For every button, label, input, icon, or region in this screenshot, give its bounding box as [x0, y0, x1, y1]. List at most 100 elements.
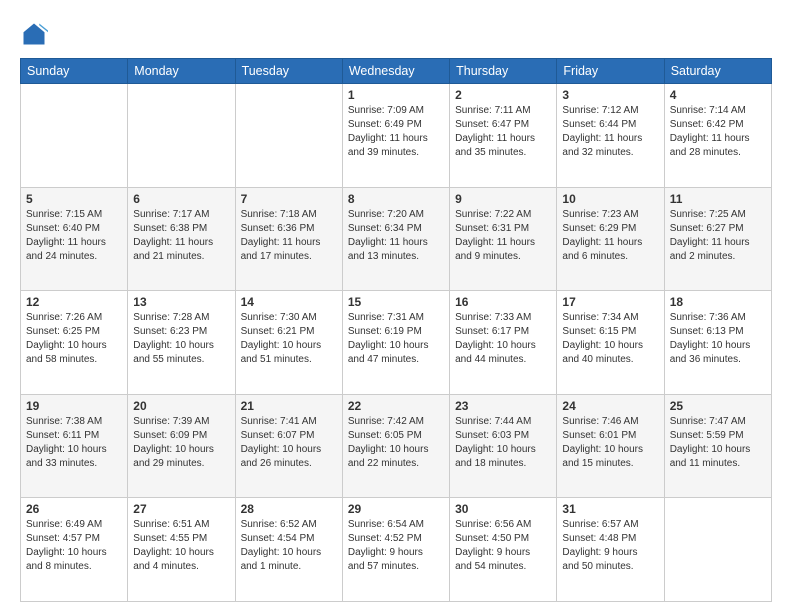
- day-cell: 8 Sunrise: 7:20 AM Sunset: 6:34 PM Daylig…: [342, 187, 449, 291]
- day-cell: 28 Sunrise: 6:52 AM Sunset: 4:54 PM Dayli…: [235, 498, 342, 602]
- day-detail: Sunrise: 7:38 AM Sunset: 6:11 PM Dayligh…: [26, 415, 122, 471]
- header: [20, 16, 772, 48]
- day-detail: Sunrise: 6:56 AM Sunset: 4:50 PM Dayligh…: [455, 518, 551, 574]
- day-cell: 10 Sunrise: 7:23 AM Sunset: 6:29 PM Dayli…: [557, 187, 664, 291]
- weekday-header-friday: Friday: [557, 59, 664, 84]
- day-cell: 22Sunrise: 7:42 AM Sunset: 6:05 PM Dayli…: [342, 394, 449, 498]
- day-detail: Sunrise: 7:26 AM Sunset: 6:25 PM Dayligh…: [26, 311, 122, 367]
- day-number: 19: [26, 399, 122, 413]
- day-number: 11: [670, 192, 766, 206]
- week-row-1: 1Sunrise: 7:09 AM Sunset: 6:49 PM Daylig…: [21, 84, 772, 188]
- day-number: 14: [241, 295, 337, 309]
- day-cell: [21, 84, 128, 188]
- day-cell: 2 Sunrise: 7:11 AM Sunset: 6:47 PM Daylig…: [450, 84, 557, 188]
- day-number: 9: [455, 192, 551, 206]
- day-cell: 23Sunrise: 7:44 AM Sunset: 6:03 PM Dayli…: [450, 394, 557, 498]
- day-number: 28: [241, 502, 337, 516]
- day-cell: 7 Sunrise: 7:18 AM Sunset: 6:36 PM Daylig…: [235, 187, 342, 291]
- day-detail: Sunrise: 7:09 AM Sunset: 6:49 PM Dayligh…: [348, 104, 444, 160]
- day-cell: 31 Sunrise: 6:57 AM Sunset: 4:48 PM Dayli…: [557, 498, 664, 602]
- day-detail: Sunrise: 7:30 AM Sunset: 6:21 PM Dayligh…: [241, 311, 337, 367]
- day-number: 13: [133, 295, 229, 309]
- day-number: 17: [562, 295, 658, 309]
- day-cell: 11 Sunrise: 7:25 AM Sunset: 6:27 PM Dayli…: [664, 187, 771, 291]
- day-number: 7: [241, 192, 337, 206]
- week-row-5: 26 Sunrise: 6:49 AM Sunset: 4:57 PM Dayli…: [21, 498, 772, 602]
- day-cell: 20 Sunrise: 7:39 AM Sunset: 6:09 PM Dayli…: [128, 394, 235, 498]
- day-detail: Sunrise: 7:14 AM Sunset: 6:42 PM Dayligh…: [670, 104, 766, 160]
- day-cell: 9Sunrise: 7:22 AM Sunset: 6:31 PM Daylig…: [450, 187, 557, 291]
- day-detail: Sunrise: 7:18 AM Sunset: 6:36 PM Dayligh…: [241, 208, 337, 264]
- day-detail: Sunrise: 7:34 AM Sunset: 6:15 PM Dayligh…: [562, 311, 658, 367]
- day-detail: Sunrise: 6:52 AM Sunset: 4:54 PM Dayligh…: [241, 518, 337, 574]
- weekday-header-tuesday: Tuesday: [235, 59, 342, 84]
- day-cell: 15 Sunrise: 7:31 AM Sunset: 6:19 PM Dayli…: [342, 291, 449, 395]
- day-detail: Sunrise: 7:39 AM Sunset: 6:09 PM Dayligh…: [133, 415, 229, 471]
- day-number: 26: [26, 502, 122, 516]
- day-detail: Sunrise: 7:23 AM Sunset: 6:29 PM Dayligh…: [562, 208, 658, 264]
- day-number: 15: [348, 295, 444, 309]
- day-number: 30: [455, 502, 551, 516]
- day-cell: 1Sunrise: 7:09 AM Sunset: 6:49 PM Daylig…: [342, 84, 449, 188]
- day-number: 10: [562, 192, 658, 206]
- weekday-header-wednesday: Wednesday: [342, 59, 449, 84]
- day-number: 25: [670, 399, 766, 413]
- day-cell: 4 Sunrise: 7:14 AM Sunset: 6:42 PM Daylig…: [664, 84, 771, 188]
- day-cell: 3Sunrise: 7:12 AM Sunset: 6:44 PM Daylig…: [557, 84, 664, 188]
- day-cell: 26 Sunrise: 6:49 AM Sunset: 4:57 PM Dayli…: [21, 498, 128, 602]
- day-number: 3: [562, 88, 658, 102]
- day-detail: Sunrise: 7:44 AM Sunset: 6:03 PM Dayligh…: [455, 415, 551, 471]
- day-cell: 19 Sunrise: 7:38 AM Sunset: 6:11 PM Dayli…: [21, 394, 128, 498]
- day-detail: Sunrise: 6:49 AM Sunset: 4:57 PM Dayligh…: [26, 518, 122, 574]
- day-detail: Sunrise: 7:33 AM Sunset: 6:17 PM Dayligh…: [455, 311, 551, 367]
- day-cell: 18 Sunrise: 7:36 AM Sunset: 6:13 PM Dayli…: [664, 291, 771, 395]
- day-detail: Sunrise: 7:11 AM Sunset: 6:47 PM Dayligh…: [455, 104, 551, 160]
- week-row-4: 19 Sunrise: 7:38 AM Sunset: 6:11 PM Dayli…: [21, 394, 772, 498]
- day-detail: Sunrise: 6:54 AM Sunset: 4:52 PM Dayligh…: [348, 518, 444, 574]
- day-number: 6: [133, 192, 229, 206]
- day-cell: [664, 498, 771, 602]
- day-number: 16: [455, 295, 551, 309]
- week-row-2: 5Sunrise: 7:15 AM Sunset: 6:40 PM Daylig…: [21, 187, 772, 291]
- day-number: 24: [562, 399, 658, 413]
- day-cell: 16 Sunrise: 7:33 AM Sunset: 6:17 PM Dayli…: [450, 291, 557, 395]
- day-cell: [235, 84, 342, 188]
- day-detail: Sunrise: 7:15 AM Sunset: 6:40 PM Dayligh…: [26, 208, 122, 264]
- day-number: 4: [670, 88, 766, 102]
- weekday-header-sunday: Sunday: [21, 59, 128, 84]
- day-number: 20: [133, 399, 229, 413]
- day-number: 2: [455, 88, 551, 102]
- day-detail: Sunrise: 7:31 AM Sunset: 6:19 PM Dayligh…: [348, 311, 444, 367]
- day-cell: [128, 84, 235, 188]
- weekday-header-row: SundayMondayTuesdayWednesdayThursdayFrid…: [21, 59, 772, 84]
- weekday-header-saturday: Saturday: [664, 59, 771, 84]
- logo-icon: [20, 20, 48, 48]
- day-number: 8: [348, 192, 444, 206]
- day-detail: Sunrise: 7:36 AM Sunset: 6:13 PM Dayligh…: [670, 311, 766, 367]
- logo: [20, 20, 52, 48]
- day-cell: 14 Sunrise: 7:30 AM Sunset: 6:21 PM Dayli…: [235, 291, 342, 395]
- day-detail: Sunrise: 7:46 AM Sunset: 6:01 PM Dayligh…: [562, 415, 658, 471]
- day-number: 12: [26, 295, 122, 309]
- day-number: 18: [670, 295, 766, 309]
- day-cell: 5Sunrise: 7:15 AM Sunset: 6:40 PM Daylig…: [21, 187, 128, 291]
- day-cell: 17 Sunrise: 7:34 AM Sunset: 6:15 PM Dayli…: [557, 291, 664, 395]
- day-cell: 24 Sunrise: 7:46 AM Sunset: 6:01 PM Dayli…: [557, 394, 664, 498]
- day-detail: Sunrise: 7:25 AM Sunset: 6:27 PM Dayligh…: [670, 208, 766, 264]
- weekday-header-thursday: Thursday: [450, 59, 557, 84]
- day-detail: Sunrise: 6:57 AM Sunset: 4:48 PM Dayligh…: [562, 518, 658, 574]
- day-number: 22: [348, 399, 444, 413]
- calendar-table: SundayMondayTuesdayWednesdayThursdayFrid…: [20, 58, 772, 602]
- weekday-header-monday: Monday: [128, 59, 235, 84]
- day-cell: 6 Sunrise: 7:17 AM Sunset: 6:38 PM Daylig…: [128, 187, 235, 291]
- day-cell: 21Sunrise: 7:41 AM Sunset: 6:07 PM Dayli…: [235, 394, 342, 498]
- day-number: 31: [562, 502, 658, 516]
- day-number: 29: [348, 502, 444, 516]
- day-cell: 27Sunrise: 6:51 AM Sunset: 4:55 PM Dayli…: [128, 498, 235, 602]
- day-detail: Sunrise: 7:20 AM Sunset: 6:34 PM Dayligh…: [348, 208, 444, 264]
- day-detail: Sunrise: 7:41 AM Sunset: 6:07 PM Dayligh…: [241, 415, 337, 471]
- week-row-3: 12 Sunrise: 7:26 AM Sunset: 6:25 PM Dayli…: [21, 291, 772, 395]
- day-detail: Sunrise: 7:17 AM Sunset: 6:38 PM Dayligh…: [133, 208, 229, 264]
- day-cell: 29 Sunrise: 6:54 AM Sunset: 4:52 PM Dayli…: [342, 498, 449, 602]
- day-number: 27: [133, 502, 229, 516]
